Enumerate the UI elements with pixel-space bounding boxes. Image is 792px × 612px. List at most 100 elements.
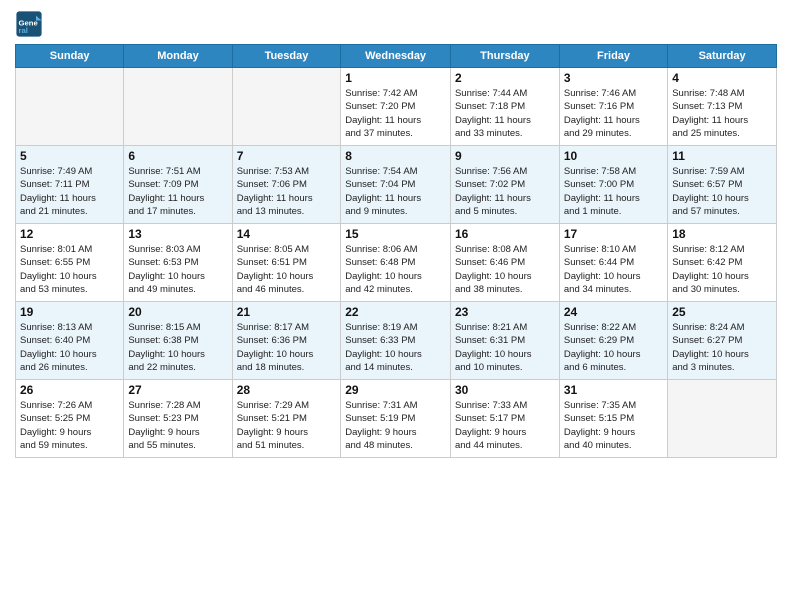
calendar-header-row: SundayMondayTuesdayWednesdayThursdayFrid… <box>16 45 777 68</box>
calendar-day-cell: 7 Sunrise: 7:53 AMSunset: 7:06 PMDaylight… <box>232 146 341 224</box>
calendar-day-cell: 26Sunrise: 7:26 AMSunset: 5:25 PMDayligh… <box>16 380 124 458</box>
day-info: Sunrise: 8:21 AMSunset: 6:31 PMDaylight:… <box>455 321 555 374</box>
calendar-day-cell: 22Sunrise: 8:19 AMSunset: 6:33 PMDayligh… <box>341 302 451 380</box>
logo-icon: Gene ral <box>15 10 43 38</box>
calendar-day-cell: 16 Sunrise: 8:08 AMSunset: 6:46 PMDayligh… <box>450 224 559 302</box>
day-info: Sunrise: 7:26 AMSunset: 5:25 PMDaylight:… <box>20 399 119 452</box>
calendar-day-cell: 2 Sunrise: 7:44 AMSunset: 7:18 PMDaylight… <box>450 68 559 146</box>
day-number: 28 <box>237 383 337 397</box>
day-info: Sunrise: 7:51 AMSunset: 7:09 PMDaylight:… <box>128 165 227 218</box>
svg-text:ral: ral <box>19 26 28 35</box>
page-container: Gene ral SundayMondayTuesdayWednesdayThu… <box>0 0 792 463</box>
day-info: Sunrise: 8:01 AMSunset: 6:55 PMDaylight:… <box>20 243 119 296</box>
day-info: Sunrise: 8:10 AMSunset: 6:44 PMDaylight:… <box>564 243 663 296</box>
day-number: 10 <box>564 149 663 163</box>
day-info: Sunrise: 7:29 AMSunset: 5:21 PMDaylight:… <box>237 399 337 452</box>
day-number: 8 <box>345 149 446 163</box>
day-info: Sunrise: 7:48 AMSunset: 7:13 PMDaylight:… <box>672 87 772 140</box>
day-number: 12 <box>20 227 119 241</box>
logo: Gene ral <box>15 10 45 38</box>
calendar-day-cell: 4 Sunrise: 7:48 AMSunset: 7:13 PMDaylight… <box>668 68 777 146</box>
day-number: 3 <box>564 71 663 85</box>
calendar-week-row: 1Sunrise: 7:42 AMSunset: 7:20 PMDaylight… <box>16 68 777 146</box>
calendar-day-cell <box>16 68 124 146</box>
day-number: 16 <box>455 227 555 241</box>
day-info: Sunrise: 8:24 AMSunset: 6:27 PMDaylight:… <box>672 321 772 374</box>
calendar-day-cell: 19 Sunrise: 8:13 AMSunset: 6:40 PMDayligh… <box>16 302 124 380</box>
calendar-day-cell: 30Sunrise: 7:33 AMSunset: 5:17 PMDayligh… <box>450 380 559 458</box>
day-info: Sunrise: 7:44 AMSunset: 7:18 PMDaylight:… <box>455 87 555 140</box>
calendar-day-header: Sunday <box>16 45 124 68</box>
calendar-day-cell: 13 Sunrise: 8:03 AMSunset: 6:53 PMDayligh… <box>124 224 232 302</box>
day-info: Sunrise: 8:22 AMSunset: 6:29 PMDaylight:… <box>564 321 663 374</box>
day-info: Sunrise: 7:33 AMSunset: 5:17 PMDaylight:… <box>455 399 555 452</box>
calendar-day-cell: 24 Sunrise: 8:22 AMSunset: 6:29 PMDayligh… <box>559 302 667 380</box>
day-number: 17 <box>564 227 663 241</box>
calendar-week-row: 12 Sunrise: 8:01 AMSunset: 6:55 PMDayligh… <box>16 224 777 302</box>
calendar-table: SundayMondayTuesdayWednesdayThursdayFrid… <box>15 44 777 458</box>
calendar-day-cell <box>232 68 341 146</box>
calendar-day-header: Wednesday <box>341 45 451 68</box>
calendar-day-cell: 12 Sunrise: 8:01 AMSunset: 6:55 PMDayligh… <box>16 224 124 302</box>
day-info: Sunrise: 8:19 AMSunset: 6:33 PMDaylight:… <box>345 321 446 374</box>
calendar-day-header: Friday <box>559 45 667 68</box>
calendar-day-cell: 23Sunrise: 8:21 AMSunset: 6:31 PMDayligh… <box>450 302 559 380</box>
day-info: Sunrise: 8:06 AMSunset: 6:48 PMDaylight:… <box>345 243 446 296</box>
header: Gene ral <box>15 10 777 38</box>
day-info: Sunrise: 7:54 AMSunset: 7:04 PMDaylight:… <box>345 165 446 218</box>
day-number: 7 <box>237 149 337 163</box>
day-number: 2 <box>455 71 555 85</box>
day-info: Sunrise: 7:53 AMSunset: 7:06 PMDaylight:… <box>237 165 337 218</box>
day-number: 11 <box>672 149 772 163</box>
calendar-day-cell <box>124 68 232 146</box>
calendar-day-header: Monday <box>124 45 232 68</box>
day-number: 19 <box>20 305 119 319</box>
calendar-day-cell: 8 Sunrise: 7:54 AMSunset: 7:04 PMDaylight… <box>341 146 451 224</box>
calendar-day-cell: 9 Sunrise: 7:56 AMSunset: 7:02 PMDaylight… <box>450 146 559 224</box>
calendar-day-cell: 27 Sunrise: 7:28 AMSunset: 5:23 PMDayligh… <box>124 380 232 458</box>
day-number: 9 <box>455 149 555 163</box>
day-info: Sunrise: 8:05 AMSunset: 6:51 PMDaylight:… <box>237 243 337 296</box>
day-number: 4 <box>672 71 772 85</box>
day-number: 14 <box>237 227 337 241</box>
calendar-day-cell: 11 Sunrise: 7:59 AMSunset: 6:57 PMDayligh… <box>668 146 777 224</box>
day-info: Sunrise: 7:56 AMSunset: 7:02 PMDaylight:… <box>455 165 555 218</box>
day-info: Sunrise: 8:15 AMSunset: 6:38 PMDaylight:… <box>128 321 227 374</box>
day-info: Sunrise: 7:35 AMSunset: 5:15 PMDaylight:… <box>564 399 663 452</box>
day-number: 20 <box>128 305 227 319</box>
day-number: 27 <box>128 383 227 397</box>
day-info: Sunrise: 7:28 AMSunset: 5:23 PMDaylight:… <box>128 399 227 452</box>
calendar-day-header: Thursday <box>450 45 559 68</box>
day-number: 29 <box>345 383 446 397</box>
day-number: 21 <box>237 305 337 319</box>
calendar-day-cell: 5Sunrise: 7:49 AMSunset: 7:11 PMDaylight… <box>16 146 124 224</box>
day-number: 6 <box>128 149 227 163</box>
calendar-day-cell: 21Sunrise: 8:17 AMSunset: 6:36 PMDayligh… <box>232 302 341 380</box>
calendar-week-row: 19 Sunrise: 8:13 AMSunset: 6:40 PMDayligh… <box>16 302 777 380</box>
day-info: Sunrise: 7:58 AMSunset: 7:00 PMDaylight:… <box>564 165 663 218</box>
day-number: 24 <box>564 305 663 319</box>
calendar-day-cell: 6 Sunrise: 7:51 AMSunset: 7:09 PMDaylight… <box>124 146 232 224</box>
calendar-day-header: Saturday <box>668 45 777 68</box>
calendar-day-cell <box>668 380 777 458</box>
calendar-day-cell: 20 Sunrise: 8:15 AMSunset: 6:38 PMDayligh… <box>124 302 232 380</box>
calendar-day-cell: 17 Sunrise: 8:10 AMSunset: 6:44 PMDayligh… <box>559 224 667 302</box>
calendar-day-cell: 14 Sunrise: 8:05 AMSunset: 6:51 PMDayligh… <box>232 224 341 302</box>
calendar-day-cell: 18Sunrise: 8:12 AMSunset: 6:42 PMDayligh… <box>668 224 777 302</box>
calendar-day-cell: 15 Sunrise: 8:06 AMSunset: 6:48 PMDayligh… <box>341 224 451 302</box>
calendar-week-row: 26Sunrise: 7:26 AMSunset: 5:25 PMDayligh… <box>16 380 777 458</box>
calendar-day-header: Tuesday <box>232 45 341 68</box>
calendar-week-row: 5Sunrise: 7:49 AMSunset: 7:11 PMDaylight… <box>16 146 777 224</box>
calendar-day-cell: 28 Sunrise: 7:29 AMSunset: 5:21 PMDayligh… <box>232 380 341 458</box>
day-info: Sunrise: 7:42 AMSunset: 7:20 PMDaylight:… <box>345 87 446 140</box>
day-info: Sunrise: 7:31 AMSunset: 5:19 PMDaylight:… <box>345 399 446 452</box>
day-info: Sunrise: 8:03 AMSunset: 6:53 PMDaylight:… <box>128 243 227 296</box>
day-number: 13 <box>128 227 227 241</box>
day-info: Sunrise: 8:13 AMSunset: 6:40 PMDaylight:… <box>20 321 119 374</box>
day-number: 31 <box>564 383 663 397</box>
day-info: Sunrise: 8:08 AMSunset: 6:46 PMDaylight:… <box>455 243 555 296</box>
day-number: 15 <box>345 227 446 241</box>
day-info: Sunrise: 7:59 AMSunset: 6:57 PMDaylight:… <box>672 165 772 218</box>
calendar-day-cell: 25Sunrise: 8:24 AMSunset: 6:27 PMDayligh… <box>668 302 777 380</box>
calendar-day-cell: 31 Sunrise: 7:35 AMSunset: 5:15 PMDayligh… <box>559 380 667 458</box>
